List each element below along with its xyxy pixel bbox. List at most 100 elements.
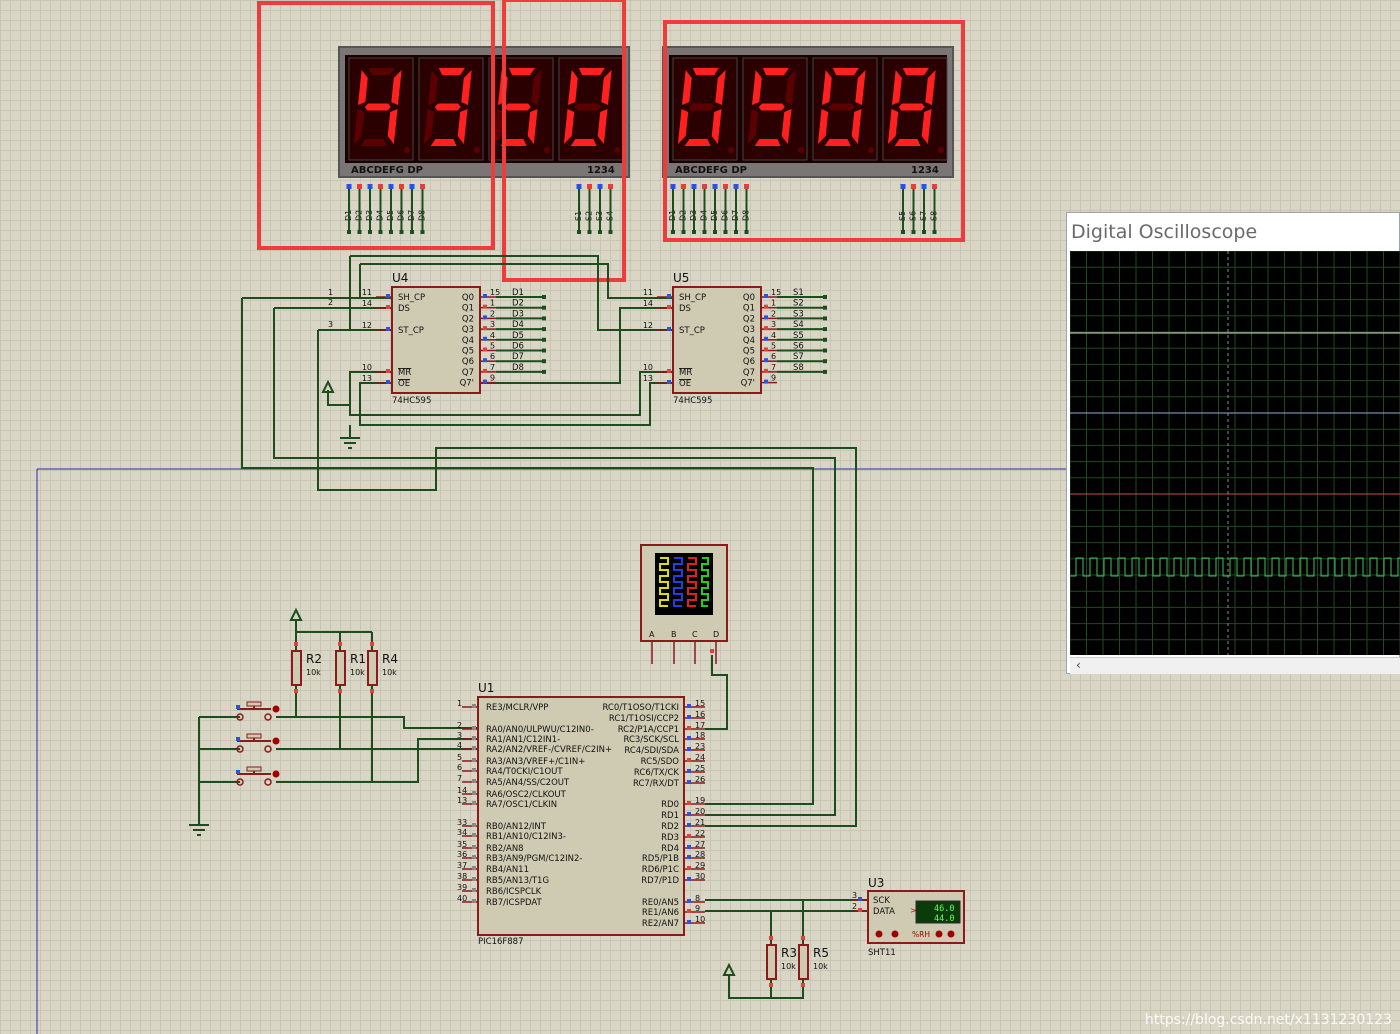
pin-number: 6: [771, 352, 776, 361]
pin-name: Q0: [743, 293, 755, 303]
pin-number: 24: [695, 753, 705, 762]
pin-name: RC1/T1OSI/CCP2: [609, 714, 679, 724]
oscilloscope-scrollbar[interactable]: ‹: [1070, 657, 1400, 674]
pin-name: RA6/OSC2/CLKOUT: [486, 790, 567, 800]
pullup-resistors[interactable]: R2 10k R1 10k R4 10k: [291, 642, 398, 693]
pin-name: OE: [679, 379, 691, 389]
pin-name: DS: [679, 304, 691, 314]
pin-number: 2: [771, 309, 776, 318]
pin-name: Q3: [462, 325, 474, 335]
pin-number: 13: [362, 374, 372, 383]
pin-name: SH_CP: [398, 293, 425, 303]
pin-name: SH_CP: [679, 293, 706, 303]
watermark: https://blog.csdn.net/x1131230123: [1144, 1012, 1392, 1028]
bus-number: 3: [328, 320, 333, 329]
pin-name: RA3/AN3/VREF+/C1IN+: [486, 757, 585, 767]
seven-segment-display-left[interactable]: ABCDEFG DP 1234D1 D2 D3 D4 D5 D6 D7 D8 S1 S2 S3 S4: [338, 46, 630, 221]
oscilloscope-window[interactable]: Digital Oscilloscope ‹: [1066, 212, 1400, 674]
pin-number: 9: [695, 904, 700, 913]
pin-number: 17: [695, 721, 705, 730]
common-label: 1234: [911, 165, 939, 176]
pin-number: 14: [457, 786, 467, 795]
push-button[interactable]: [236, 733, 280, 753]
resistor-value: 10k: [306, 668, 321, 677]
pin-number: 10: [643, 363, 653, 372]
u4-ref: U4: [392, 271, 408, 285]
net-label: D7: [512, 352, 524, 362]
pin-name: RE1/AN6: [642, 908, 679, 918]
i2c-pullup-resistors[interactable]: R3 10k R5 10k: [766, 936, 829, 987]
pin-number: 27: [695, 840, 705, 849]
net-label: S3: [793, 309, 804, 319]
button-icon[interactable]: [875, 930, 883, 938]
pin-name: RE3/MCLR/VPP: [486, 703, 548, 713]
pin-number: 25: [695, 764, 705, 773]
pin-number: 12: [362, 321, 372, 330]
pin-name: RC4/SDI/SDA: [624, 746, 679, 756]
button-icon[interactable]: [947, 930, 955, 938]
pin-number: 22: [695, 829, 705, 838]
pin-name: Q6: [743, 357, 755, 367]
pin-number: 4: [771, 331, 776, 340]
u4-shift-register[interactable]: U4 74HC595 11SH_CP14DS12ST_CP10MR13OE15Q…: [362, 271, 524, 406]
logic-analyzer[interactable]: A B C D: [640, 544, 728, 664]
power-icon: [289, 607, 303, 625]
pin-number: 15: [695, 699, 705, 708]
pin-number: 5: [490, 342, 495, 351]
pin-number: 7: [490, 363, 495, 372]
pin-number: 3: [490, 320, 495, 329]
common-label: 1234: [587, 165, 615, 176]
pin-name: Q7: [462, 368, 474, 378]
net-label: S7: [793, 352, 804, 362]
pin-name: RB0/AN12/INT: [486, 822, 547, 832]
seven-segment-display-right[interactable]: ABCDEFG DP 1234D1 D2 D3 D4 D5 D6 D7 D8 S5 S6 S7 S8: [662, 46, 954, 221]
pin-number: 37: [457, 861, 467, 870]
pin-name: Q5: [743, 347, 755, 357]
pin-name: ST_CP: [679, 326, 705, 336]
pin-name: Q7: [743, 368, 755, 378]
button-icon[interactable]: [935, 930, 943, 938]
net-label: S6: [793, 342, 804, 352]
net-label: D1: [512, 288, 524, 298]
oscilloscope-screen[interactable]: [1069, 250, 1400, 657]
pin-name: MR: [398, 368, 411, 378]
resistor-value: 10k: [813, 962, 828, 971]
button-icon[interactable]: [272, 705, 280, 713]
button-icon[interactable]: [272, 737, 280, 745]
segment-label: ABCDEFG DP: [351, 165, 423, 176]
pin-name: RB5/AN13/T1G: [486, 876, 549, 886]
u1-microcontroller[interactable]: U1 PIC16F887 1 RE3/MCLR/VPP 2 RA0/AN0/ULPWU…: [457, 681, 705, 947]
pin-name: RC5/SDO: [641, 757, 680, 767]
pin-number: 7: [771, 363, 776, 372]
push-button[interactable]: [236, 701, 280, 721]
button-icon[interactable]: [272, 770, 280, 778]
pin-number: 6: [457, 763, 462, 772]
oscilloscope-title: Digital Oscilloscope: [1071, 221, 1258, 243]
u3-ref: U3: [868, 876, 884, 890]
segment-label: ABCDEFG DP: [675, 165, 747, 176]
resistor-ref: R2: [306, 652, 322, 666]
push-buttons[interactable]: [236, 701, 280, 786]
pin-number: 14: [362, 299, 372, 308]
u5-shift-register[interactable]: U5 74HC595 11SH_CP14DS12ST_CP10MR13OE15Q…: [643, 271, 804, 406]
pin-number: 3: [852, 891, 857, 900]
pin-name: DS: [398, 304, 410, 314]
pin-name: RD2: [661, 822, 679, 832]
button-icon[interactable]: [891, 930, 899, 938]
pin-name: RD4: [661, 844, 679, 854]
resistor-ref: R3: [781, 946, 797, 960]
oscilloscope-plot: [1069, 250, 1400, 657]
u3-humidity-sensor[interactable]: U3 SHT11 3 SCK 2 DATA 46.0 44.0 > %RH: [852, 876, 965, 958]
pin-name: RB6/ICSPCLK: [486, 887, 542, 897]
power-icon: [722, 962, 736, 976]
pin-number: 15: [771, 288, 781, 297]
pin-number: 13: [643, 374, 653, 383]
net-label: S5: [793, 331, 804, 341]
pin-name: RA2/AN2/VREF-/CVREF/C2IN+: [486, 745, 612, 755]
pin-number: 35: [457, 840, 467, 849]
scroll-left-icon[interactable]: ‹: [1076, 658, 1081, 672]
push-button[interactable]: [236, 766, 280, 786]
pin-name: RC2/P1A/CCP1: [618, 725, 679, 735]
pin-name: RD3: [661, 833, 679, 843]
bus-number: 1: [328, 288, 333, 297]
